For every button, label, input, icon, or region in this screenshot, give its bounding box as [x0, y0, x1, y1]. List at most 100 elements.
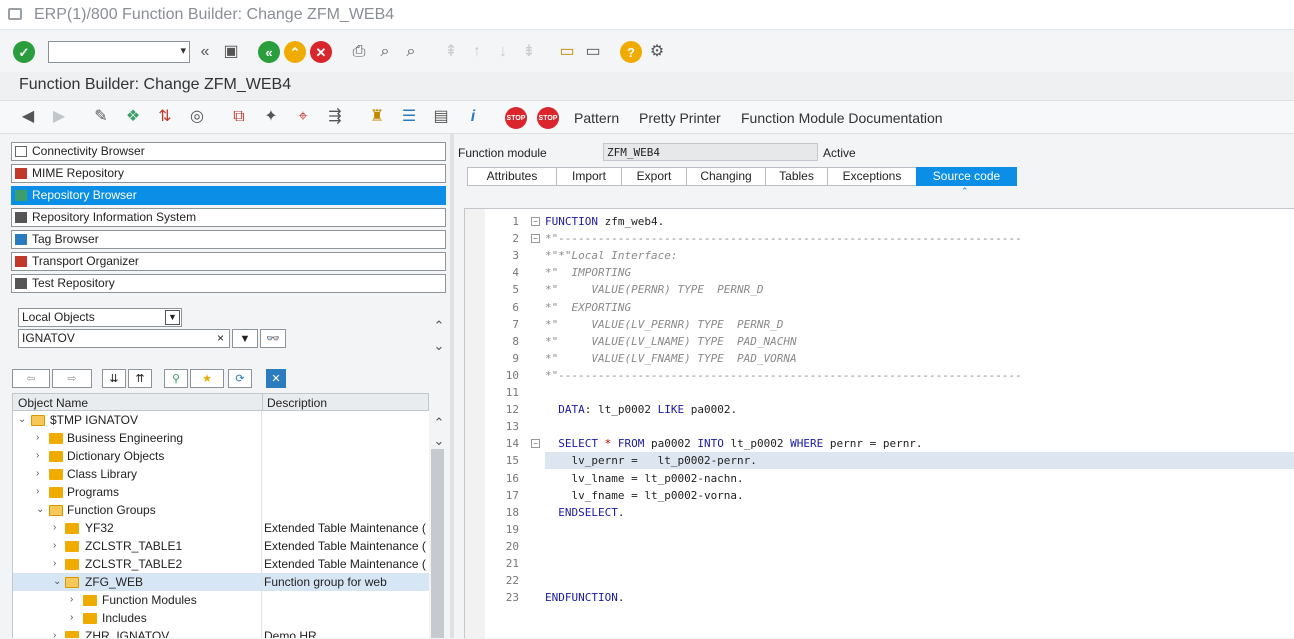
check-icon[interactable]: ⇅: [154, 106, 176, 128]
favorites-button[interactable]: ★: [190, 369, 224, 388]
column-object-name[interactable]: Object Name: [18, 396, 88, 410]
first-page-icon[interactable]: ⇞: [440, 41, 462, 63]
last-page-icon[interactable]: ⇟: [518, 41, 540, 63]
tree-node[interactable]: › ZHR_IGNATOV Demo HR: [13, 627, 429, 638]
tree-scrollbar[interactable]: [431, 449, 444, 638]
fold-toggle-icon[interactable]: −: [531, 217, 540, 226]
external-breakpoint-icon[interactable]: STOP: [537, 107, 559, 129]
chevron-right-icon[interactable]: ›: [53, 537, 56, 555]
back-icon[interactable]: «: [258, 41, 280, 63]
scroll-down-icon[interactable]: ⌄: [428, 334, 450, 356]
pattern-button[interactable]: Pattern: [574, 110, 619, 126]
code-line[interactable]: *" VALUE(PERNR) TYPE PERNR_D: [545, 281, 1294, 298]
tree-node-selected[interactable]: ⌄ ZFG_WEB Function group for web: [13, 573, 429, 591]
chevron-right-icon[interactable]: ›: [36, 483, 39, 501]
browser-mime[interactable]: MIME Repository: [11, 164, 446, 183]
tree-scroll-down-icon[interactable]: ⌄: [428, 429, 450, 451]
print-icon[interactable]: ⎙: [348, 41, 370, 63]
fullscreen-icon[interactable]: ▤: [430, 106, 452, 128]
tree-node[interactable]: › Programs: [13, 483, 429, 501]
tree-back-button[interactable]: ⇦: [12, 369, 50, 388]
code-line[interactable]: *" VALUE(LV_FNAME) TYPE PAD_VORNA: [545, 350, 1294, 367]
tab-export[interactable]: Export: [621, 167, 687, 186]
code-line[interactable]: ENDSELECT.: [545, 504, 1294, 521]
code-line[interactable]: *"--------------------------------------…: [545, 230, 1294, 247]
chevron-right-icon[interactable]: ›: [70, 591, 73, 609]
code-line[interactable]: lv_fname = lt_p0002-vorna.: [545, 487, 1294, 504]
tab-exceptions[interactable]: Exceptions: [827, 167, 917, 186]
dropdown-button[interactable]: ▼: [232, 329, 258, 348]
window-menu-icon[interactable]: [8, 8, 22, 20]
expand-all-button[interactable]: ⇊: [102, 369, 126, 388]
info-icon[interactable]: i: [462, 106, 484, 128]
arrow-back-icon[interactable]: ◀: [17, 106, 39, 128]
command-field[interactable]: ▾: [48, 41, 190, 63]
find-next-icon[interactable]: ⌕: [400, 41, 422, 63]
browser-repository[interactable]: Repository Browser: [11, 186, 446, 205]
tab-changing[interactable]: Changing: [686, 167, 766, 186]
chevron-down-icon[interactable]: ⌄: [36, 501, 44, 519]
code-line[interactable]: SELECT * FROM pa0002 INTO lt_p0002 WHERE…: [545, 435, 1294, 452]
chevron-right-icon[interactable]: ›: [53, 627, 56, 638]
chevron-down-icon[interactable]: ▾: [180, 44, 186, 57]
pretty-printer-button[interactable]: Pretty Printer: [639, 110, 721, 126]
tree-node[interactable]: › ZCLSTR_TABLE1 Extended Table Maintenan…: [13, 537, 429, 555]
scroll-up-icon[interactable]: ⌃: [428, 314, 450, 336]
chevron-right-icon[interactable]: ›: [36, 429, 39, 447]
code-line[interactable]: *"--------------------------------------…: [545, 367, 1294, 384]
tree-node-tmp[interactable]: ⌄ $TMP IGNATOV: [13, 411, 429, 429]
code-line[interactable]: *" VALUE(LV_PERNR) TYPE PERNR_D: [545, 316, 1294, 333]
navigation-icon[interactable]: ⇶: [324, 106, 346, 128]
chevron-down-icon[interactable]: ⌄: [18, 411, 26, 429]
tree-node[interactable]: › YF32 Extended Table Maintenance (: [13, 519, 429, 537]
close-tree-button[interactable]: ✕: [266, 369, 286, 388]
tree-node[interactable]: ⌄ Function Groups: [13, 501, 429, 519]
enter-check-icon[interactable]: ✓: [13, 41, 35, 63]
chevron-down-icon[interactable]: ⌄: [53, 573, 61, 591]
browser-tag[interactable]: Tag Browser: [11, 230, 446, 249]
chevron-down-icon[interactable]: ▼: [165, 310, 180, 325]
hierarchy-icon[interactable]: ♜: [366, 106, 388, 128]
browser-repository-info[interactable]: Repository Information System: [11, 208, 446, 227]
tree-node[interactable]: › ZCLSTR_TABLE2 Extended Table Maintenan…: [13, 555, 429, 573]
code-line[interactable]: ENDFUNCTION.: [545, 589, 1294, 606]
tab-attributes[interactable]: Attributes: [467, 167, 557, 186]
source-code-editor[interactable]: 1− FUNCTION zfm_web4. 2− *"----------------…: [464, 208, 1294, 639]
code-line[interactable]: *" EXPORTING: [545, 299, 1294, 316]
code-line[interactable]: [545, 521, 1294, 538]
tree-node[interactable]: › Dictionary Objects: [13, 447, 429, 465]
fm-documentation-button[interactable]: Function Module Documentation: [741, 110, 943, 126]
chevron-right-icon[interactable]: ›: [53, 519, 56, 537]
activate-icon[interactable]: ◎: [186, 106, 208, 128]
tree-node[interactable]: › Class Library: [13, 465, 429, 483]
test-icon[interactable]: ⧉: [228, 106, 250, 128]
code-line[interactable]: DATA: lt_p0002 LIKE pa0002.: [545, 401, 1294, 418]
code-line[interactable]: *" VALUE(LV_LNAME) TYPE PAD_NACHN: [545, 333, 1294, 350]
column-description[interactable]: Description: [267, 396, 327, 410]
breakpoint-icon[interactable]: ☰: [398, 106, 420, 128]
object-type-select[interactable]: Local Objects ▼: [18, 308, 182, 327]
back-double-icon[interactable]: «: [194, 41, 216, 63]
code-line[interactable]: [545, 572, 1294, 589]
tree-forward-button[interactable]: ⇨: [52, 369, 92, 388]
chevron-right-icon[interactable]: ›: [36, 447, 39, 465]
code-line[interactable]: lv_lname = lt_p0002-nachn.: [545, 470, 1294, 487]
tree-node[interactable]: › Business Engineering: [13, 429, 429, 447]
code-line[interactable]: [545, 384, 1294, 401]
code-line[interactable]: *" IMPORTING: [545, 264, 1294, 281]
exit-icon[interactable]: ⌃: [284, 41, 306, 63]
function-module-field[interactable]: ZFM_WEB4: [603, 143, 818, 161]
settings-gear-icon[interactable]: ⚙: [646, 41, 668, 63]
browser-connectivity[interactable]: Connectivity Browser: [11, 142, 446, 161]
other-object-icon[interactable]: ❖: [122, 106, 144, 128]
code-line[interactable]: FUNCTION zfm_web4.: [545, 213, 1294, 230]
chevron-right-icon[interactable]: ›: [70, 609, 73, 627]
help-icon[interactable]: ?: [620, 41, 642, 63]
tab-import[interactable]: Import: [556, 167, 622, 186]
find-icon[interactable]: ⌕: [374, 41, 396, 63]
cancel-icon[interactable]: ✕: [310, 41, 332, 63]
create-session-icon[interactable]: ▭: [556, 41, 578, 63]
display-object-list-icon[interactable]: ⌖: [292, 106, 314, 128]
tree-node[interactable]: › Function Modules: [13, 591, 429, 609]
object-name-input[interactable]: IGNATOV ×: [18, 329, 230, 348]
